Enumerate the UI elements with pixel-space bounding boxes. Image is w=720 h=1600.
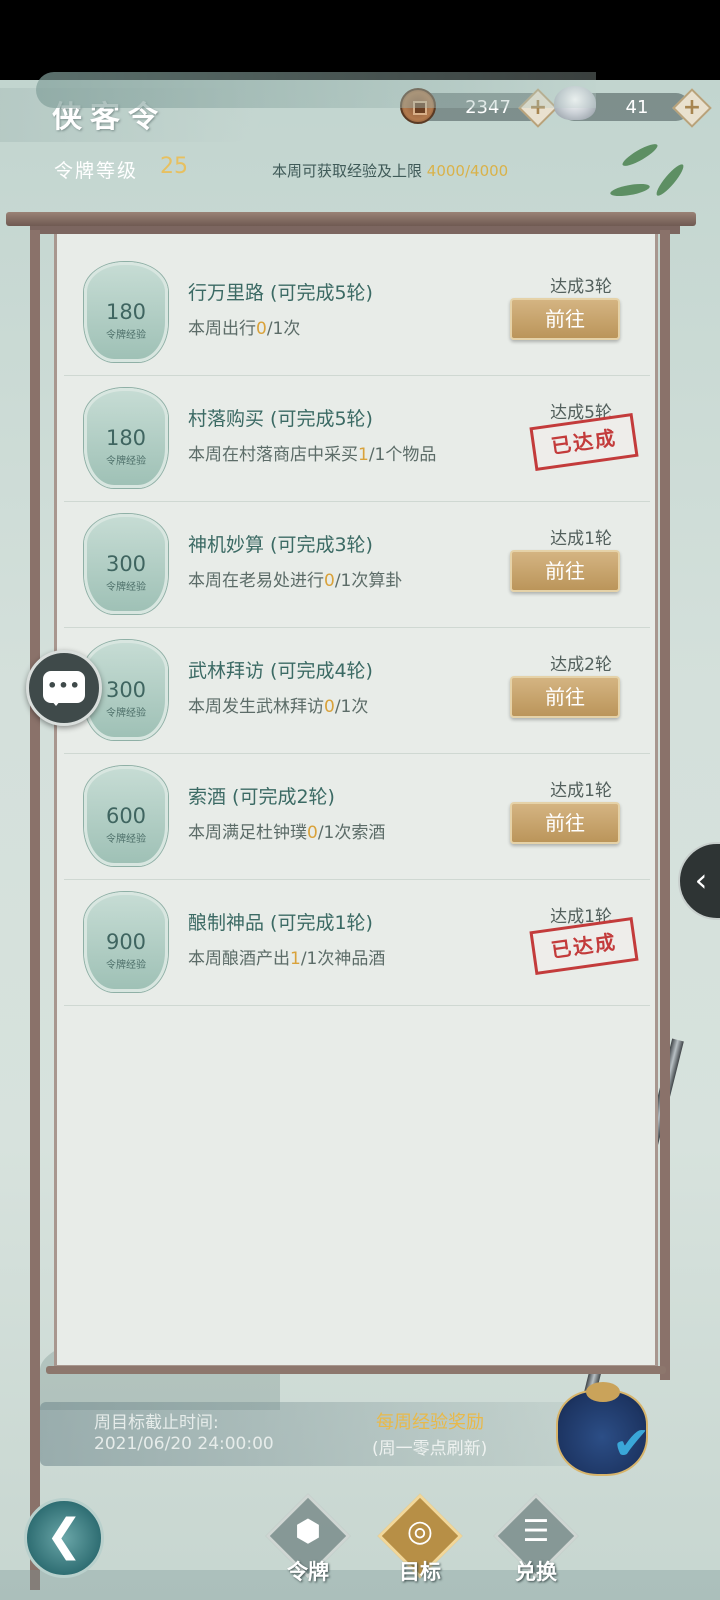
chat-button[interactable]: ••• [26,650,102,726]
bottom-band [0,1570,720,1600]
task-name: 行万里路 (可完成5轮) [188,282,373,304]
completed-stamp: 已达成 [529,412,639,472]
back-button[interactable]: ❮ [24,1498,104,1578]
task-list: 180 令牌经验 行万里路 (可完成5轮) 本周出行0/1次 达成3轮 前往 1… [64,250,650,1006]
weekly-reward-refresh: (周一零点刷新) [372,1439,488,1459]
task-desc: 本周出行0/1次 [188,319,301,339]
level-label: 令牌等级 [54,160,139,182]
exp-badge: 600 令牌经验 [84,766,168,866]
task-row: 180 令牌经验 行万里路 (可完成5轮) 本周出行0/1次 达成3轮 前往 [64,250,650,376]
frame-pole-right [660,230,670,1380]
deadline-label: 周目标截止时间: [94,1413,219,1433]
exp-badge: 180 令牌经验 [84,262,168,362]
exp-badge: 180 令牌经验 [84,388,168,488]
task-name: 神机妙算 (可完成3轮) [188,534,373,556]
status-bar-area [0,0,720,80]
scroll-rod-top [6,212,696,226]
tab-label: 目标 [399,1559,441,1584]
level-value: 25 [160,154,188,179]
go-button[interactable]: 前往 [510,550,620,592]
task-rounds: 达成2轮 [550,655,612,675]
tab-label: 兑换 [515,1559,557,1584]
task-desc: 本周在村落商店中采买1/1个物品 [188,445,437,465]
exp-badge: 300 令牌经验 [84,514,168,614]
scroll-rod-sub [30,226,680,234]
check-icon: ✔ [612,1416,651,1470]
weekly-exp-info: 本周可获取经验及上限 4000/4000 [272,162,509,180]
go-button[interactable]: 前往 [510,676,620,718]
go-button[interactable]: 前往 [510,802,620,844]
exp-badge: 900 令牌经验 [84,892,168,992]
task-row: 180 令牌经验 村落购买 (可完成5轮) 本周在村落商店中采买1/1个物品 达… [64,376,650,502]
task-name: 武林拜访 (可完成4轮) [188,660,373,682]
task-desc: 本周满足杜钟璞0/1次索酒 [188,823,386,843]
task-rounds: 达成3轮 [550,277,612,297]
chat-bubble-icon: ••• [43,671,85,706]
task-name: 村落购买 (可完成5轮) [188,408,373,430]
weekly-exp-value: 4000/4000 [426,162,509,180]
task-row: 300 令牌经验 武林拜访 (可完成4轮) 本周发生武林拜访0/1次 达成2轮 … [64,628,650,754]
go-button[interactable]: 前往 [510,298,620,340]
tab-goals[interactable]: ◎ 目标 [374,1493,466,1600]
frame-pole-left [30,230,40,1590]
task-name: 索酒 (可完成2轮) [188,786,335,808]
tab-exchange[interactable]: ☰ 兑换 [490,1493,582,1600]
bag-knot [586,1382,620,1402]
task-desc: 本周在老易处进行0/1次算卦 [188,571,403,591]
task-row: 900 令牌经验 酿制神品 (可完成1轮) 本周酿酒产出1/1次神品酒 达成1轮… [64,880,650,1006]
task-desc: 本周酿酒产出1/1次神品酒 [188,949,386,969]
task-rounds: 达成1轮 [550,781,612,801]
task-row: 600 令牌经验 索酒 (可完成2轮) 本周满足杜钟璞0/1次索酒 达成1轮 前… [64,754,650,880]
completed-stamp: 已达成 [529,916,639,976]
task-rounds: 达成1轮 [550,529,612,549]
tab-token[interactable]: ⬢ 令牌 [262,1493,354,1600]
scroll-icon: ☰ [522,1514,550,1549]
task-row: 300 令牌经验 神机妙算 (可完成3轮) 本周在老易处进行0/1次算卦 达成1… [64,502,650,628]
scroll-rod-bottom [46,1366,666,1374]
deadline-date: 2021/06/20 24:00:00 [94,1434,274,1454]
tab-label: 令牌 [287,1559,329,1584]
token-icon: ⬢ [294,1514,322,1549]
target-icon: ◎ [406,1514,434,1549]
level-bar [36,72,596,108]
task-name: 酿制神品 (可完成1轮) [188,912,373,934]
weekly-reward-title: 每周经验奖励 [376,1412,484,1433]
task-desc: 本周发生武林拜访0/1次 [188,697,369,717]
